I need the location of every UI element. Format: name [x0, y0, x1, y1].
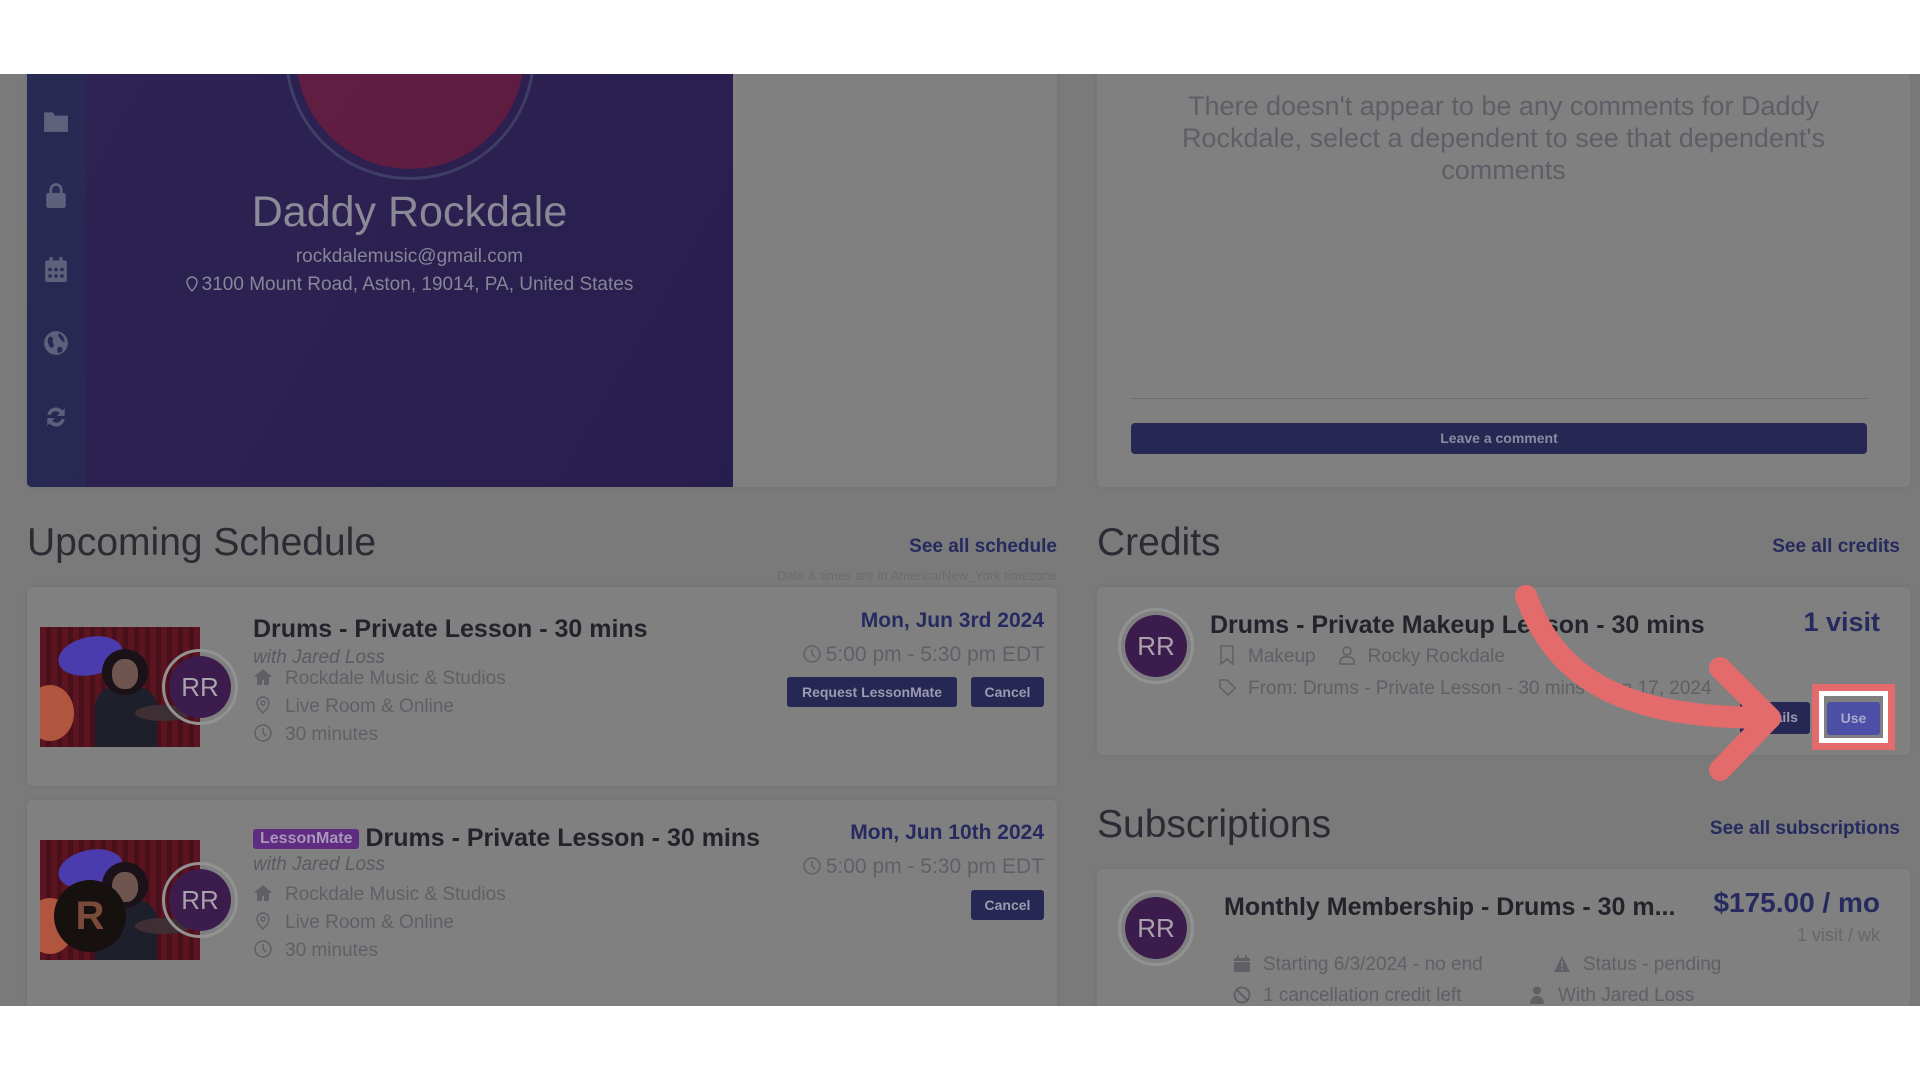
- home-icon: [253, 667, 273, 687]
- student-avatar: RR: [1118, 608, 1194, 684]
- cancel-lesson-button[interactable]: Cancel: [971, 890, 1044, 920]
- use-button[interactable]: Use: [1827, 702, 1880, 735]
- profile-card: Daddy Rockdale rockdalemusic@gmail.com 3…: [27, 74, 1057, 487]
- credit-item: RR Drums - Private Makeup Lesson - 30 mi…: [1097, 587, 1910, 755]
- credit-type: Makeup: [1248, 646, 1316, 667]
- student-avatar: RR: [1118, 890, 1194, 966]
- request-lessonmate-button[interactable]: Request LessonMate: [787, 677, 957, 707]
- comments-divider: [1131, 398, 1868, 399]
- lesson-duration: 30 minutes: [253, 939, 378, 962]
- subscription-title[interactable]: Monthly Membership - Drums - 30 m...: [1224, 893, 1675, 922]
- user-outline-icon: [1338, 645, 1356, 665]
- tag-icon: [1218, 677, 1237, 697]
- lesson-location: Rockdale Music & Studios: [253, 667, 506, 690]
- comments-card: There doesn't appear to be any comments …: [1097, 74, 1910, 487]
- credit-title: Drums - Private Makeup Lesson - 30 mins: [1210, 611, 1705, 639]
- profile-side-rail: [27, 74, 86, 487]
- cancel-lesson-button[interactable]: Cancel: [971, 677, 1044, 707]
- credit-meta: Makeup Rocky Rockdale: [1218, 645, 1505, 668]
- subscription-meta-row: 1 cancellation credit left With Jared Lo…: [1233, 985, 1833, 1006]
- credit-visits: 1 visit: [1803, 607, 1880, 637]
- profile-address-text: 3100 Mount Road, Aston, 19014, PA, Unite…: [201, 274, 634, 295]
- lock-icon[interactable]: [43, 182, 69, 208]
- see-all-schedule-link[interactable]: See all schedule: [909, 536, 1057, 558]
- schedule-item[interactable]: RR Drums - Private Lesson - 30 mins with…: [27, 587, 1057, 786]
- profile-name: Daddy Rockdale: [251, 188, 568, 236]
- lesson-duration: 30 minutes: [253, 723, 378, 746]
- refresh-icon[interactable]: [43, 404, 69, 430]
- subscription-price: $175.00 / mo: [1713, 887, 1880, 918]
- lesson-location: Rockdale Music & Studios: [253, 883, 506, 906]
- clock-icon: [253, 723, 273, 743]
- lesson-time: 5:00 pm - 5:30 pm EDT: [802, 855, 1044, 879]
- credit-source: From: Drums - Private Lesson - 30 mins -…: [1218, 677, 1712, 700]
- clock-icon: [802, 644, 822, 664]
- schedule-section-title: Upcoming Schedule: [27, 521, 377, 564]
- leave-comment-button[interactable]: Leave a comment: [1131, 423, 1867, 454]
- home-icon: [253, 883, 273, 903]
- lesson-title[interactable]: Drums - Private Lesson - 30 mins: [253, 615, 648, 644]
- map-pin-icon: [185, 276, 198, 292]
- credit-student: Rocky Rockdale: [1367, 646, 1505, 667]
- subscription-start: Starting 6/3/2024 - no end: [1263, 954, 1483, 975]
- timezone-note: Date & times are in America/New_York tim…: [777, 568, 1057, 583]
- subscription-rate: 1 visit / wk: [1796, 925, 1880, 945]
- student-avatar: RR: [162, 862, 238, 938]
- profile-email: rockdalemusic@gmail.com: [295, 246, 524, 267]
- map-pin-icon: [253, 911, 273, 931]
- profile-address: 3100 Mount Road, Aston, 19014, PA, Unite…: [86, 274, 733, 296]
- globe-icon[interactable]: [43, 330, 69, 356]
- credit-details-button[interactable]: Details: [1740, 702, 1810, 734]
- profile-avatar: [285, 74, 535, 180]
- comments-empty-message: There doesn't appear to be any comments …: [1181, 91, 1826, 185]
- see-all-subscriptions-link[interactable]: See all subscriptions: [1710, 818, 1900, 840]
- profile-banner: Daddy Rockdale rockdalemusic@gmail.com 3…: [27, 74, 733, 487]
- subscription-meta-row: Starting 6/3/2024 - no end Status - pend…: [1233, 954, 1833, 976]
- ban-icon: [1233, 986, 1251, 1004]
- lesson-room: Live Room & Online: [253, 911, 454, 934]
- lesson-teacher: with Jared Loss: [253, 854, 386, 875]
- credits-section-title: Credits: [1097, 521, 1221, 564]
- lesson-room: Live Room & Online: [253, 695, 454, 718]
- see-all-credits-link[interactable]: See all credits: [1772, 536, 1900, 558]
- clock-icon: [253, 939, 273, 959]
- page: Daddy Rockdale rockdalemusic@gmail.com 3…: [0, 74, 1920, 1006]
- student-avatar: RR: [162, 649, 238, 725]
- lesson-date: Mon, Jun 10th 2024: [850, 821, 1044, 844]
- bookmark-icon: [1218, 645, 1236, 666]
- warning-icon: [1553, 955, 1571, 973]
- page-viewport: Daddy Rockdale rockdalemusic@gmail.com 3…: [0, 74, 1920, 1006]
- lesson-teacher: with Jared Loss: [253, 647, 386, 668]
- studio-logo: R: [54, 880, 126, 952]
- lesson-time: 5:00 pm - 5:30 pm EDT: [802, 643, 1044, 667]
- lesson-title[interactable]: LessonMate Drums - Private Lesson - 30 mi…: [253, 824, 760, 853]
- subscription-item: RR Monthly Membership - Drums - 30 m... …: [1097, 869, 1910, 1006]
- schedule-item[interactable]: R RR LessonMate Drums - Private Lesson - …: [27, 800, 1057, 1006]
- folder-icon[interactable]: [43, 108, 69, 134]
- subscription-cancellation-credits: 1 cancellation credit left: [1263, 985, 1462, 1006]
- user-icon: [1528, 986, 1546, 1004]
- lessonmate-badge: LessonMate: [253, 829, 360, 849]
- clock-icon: [802, 856, 822, 876]
- calendar-icon: [1233, 955, 1251, 973]
- lesson-date: Mon, Jun 3rd 2024: [860, 609, 1044, 632]
- calendar-icon[interactable]: [43, 256, 69, 282]
- subscription-teacher: With Jared Loss: [1558, 985, 1695, 1006]
- subscription-status: Status - pending: [1583, 954, 1722, 975]
- map-pin-icon: [253, 695, 273, 715]
- subscriptions-section-title: Subscriptions: [1097, 803, 1332, 846]
